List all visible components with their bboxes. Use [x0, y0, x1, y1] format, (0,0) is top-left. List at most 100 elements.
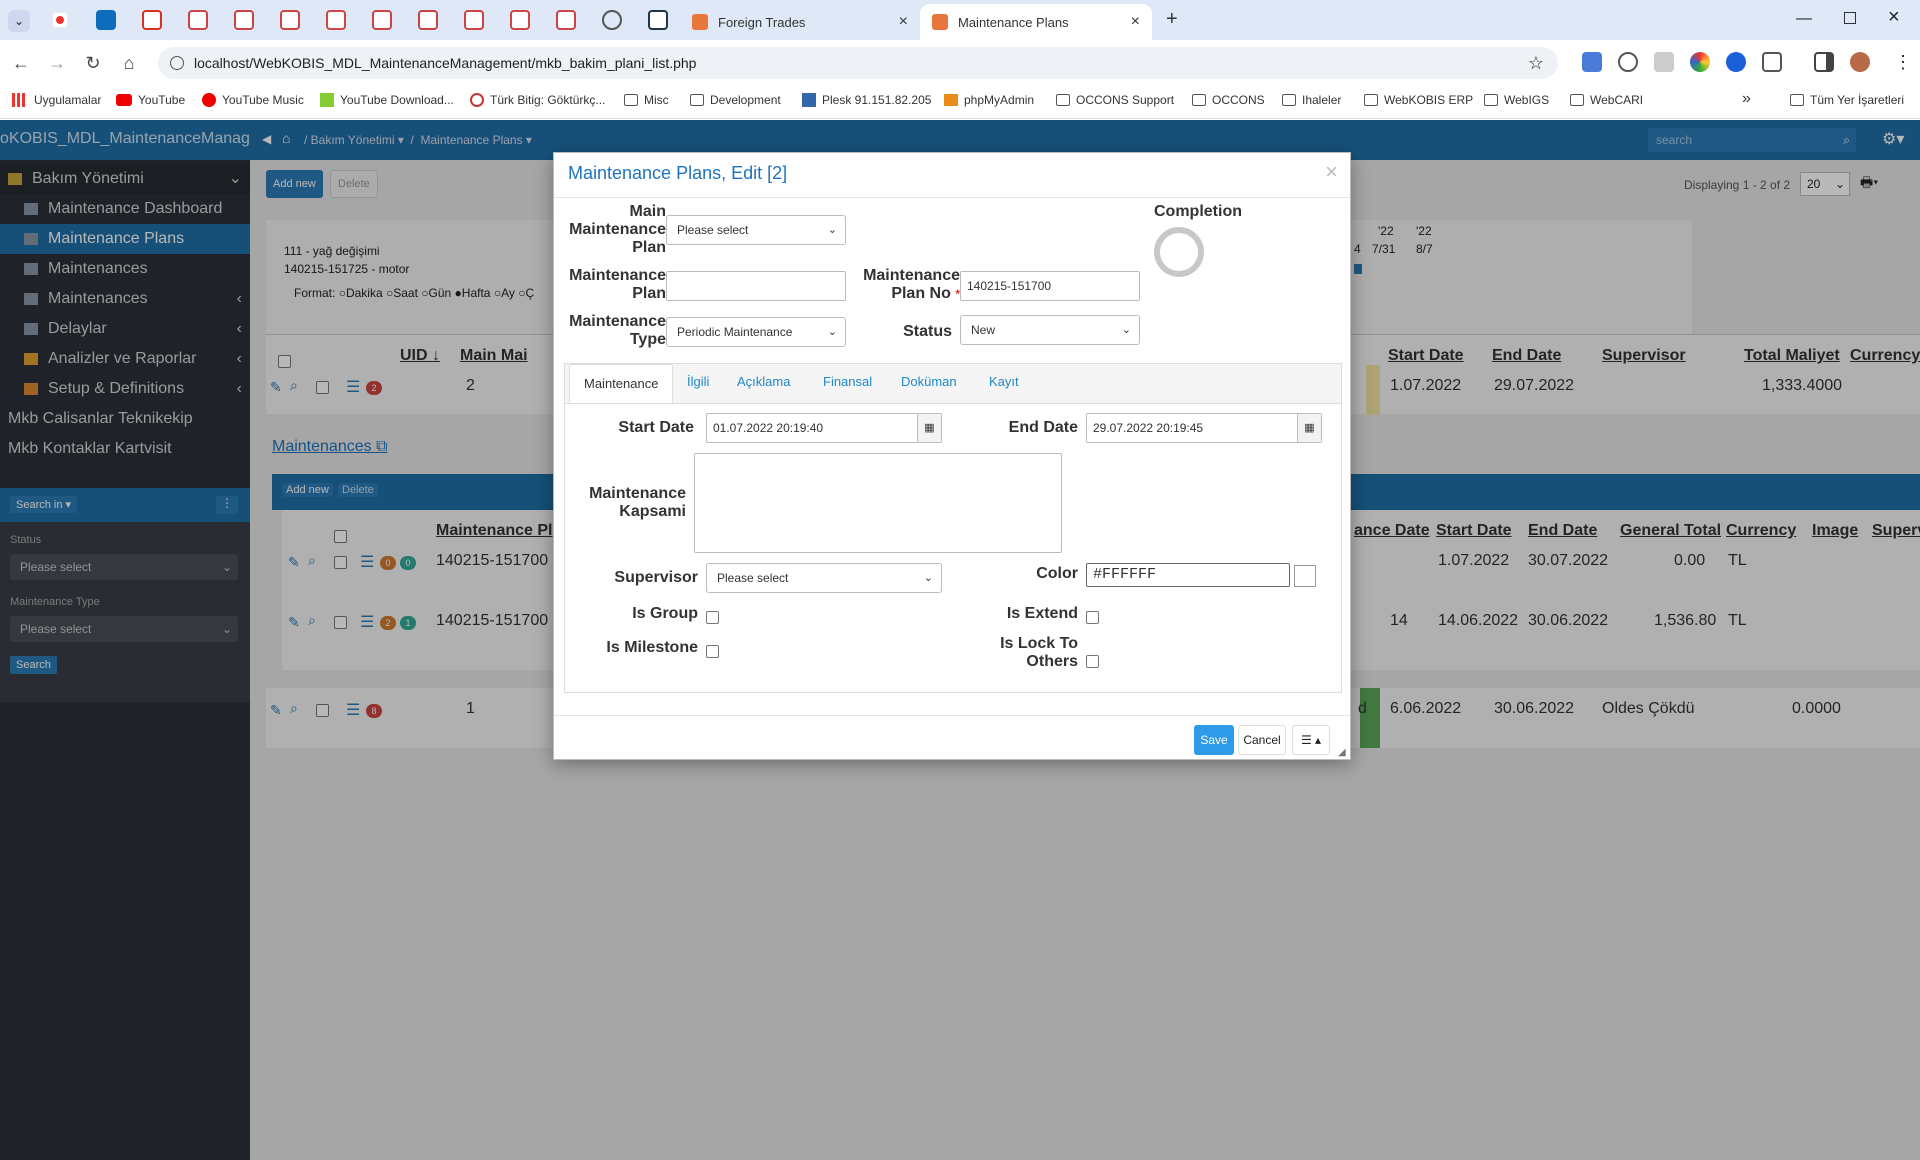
close-icon[interactable]: ×	[1325, 159, 1338, 185]
bookmark-ihaleler[interactable]: Ihaleler	[1282, 93, 1341, 107]
bookmark-label: Türk Bitig: Göktürkç...	[490, 93, 606, 107]
translate-extension-icon[interactable]	[1582, 52, 1602, 72]
extension-icon[interactable]	[1726, 52, 1746, 72]
bookmark-youtube[interactable]: YouTube	[116, 93, 185, 107]
bookmark-apps[interactable]: Uygulamalar	[12, 93, 101, 107]
pinned-tab-icon[interactable]	[280, 10, 300, 30]
pinned-tab-icon[interactable]	[50, 10, 70, 30]
globe-tab-icon[interactable]	[602, 10, 622, 30]
extensions-puzzle-icon[interactable]	[1762, 52, 1782, 72]
tab-maintenance-plans[interactable]: Maintenance Plans ×	[920, 4, 1152, 40]
pinned-tab-icon[interactable]	[418, 10, 438, 30]
bookmark-label: OCCONS Support	[1076, 93, 1175, 107]
bookmarks-overflow[interactable]: »	[1742, 90, 1751, 108]
modal-header-divider	[554, 197, 1350, 198]
tab-maintenance[interactable]: Maintenance	[569, 364, 674, 405]
avatar[interactable]	[1850, 52, 1870, 72]
more-actions-button[interactable]: ☰ ▴	[1292, 725, 1330, 755]
side-panel-icon[interactable]	[1814, 52, 1834, 72]
tab-list-button[interactable]: ⌄	[8, 10, 30, 32]
forward-icon[interactable]: →	[44, 50, 70, 76]
bookmark-youtube-download[interactable]: YouTube Download...	[320, 93, 454, 107]
bookmark-occons[interactable]: OCCONS	[1192, 93, 1265, 107]
calendar-icon[interactable]: ▦	[1297, 414, 1321, 442]
chevron-down-icon: ⌄	[827, 224, 837, 236]
tab-ilgili[interactable]: İlgili	[687, 374, 709, 389]
bookmark-label: WebCARI	[1590, 93, 1644, 107]
new-tab-button[interactable]: +	[1166, 8, 1178, 31]
is-group-label: Is Group	[632, 605, 698, 622]
gmail-tab-icon[interactable]	[142, 10, 162, 30]
color-input[interactable]: #FFFFFF	[1086, 563, 1290, 587]
tab-foreign-trades[interactable]: Foreign Trades ×	[680, 4, 920, 40]
tab-dokuman[interactable]: Doküman	[901, 374, 957, 389]
save-button[interactable]: Save	[1194, 725, 1234, 755]
start-date-label: Start Date	[618, 419, 694, 436]
tab-aciklama[interactable]: Açıklama	[737, 374, 790, 389]
main-plan-select[interactable]: Please select ⌄	[666, 215, 846, 245]
restore-icon[interactable]	[1844, 12, 1856, 24]
is-milestone-checkbox[interactable]	[706, 645, 719, 658]
pinned-tab-icon[interactable]	[326, 10, 346, 30]
bookmark-misc[interactable]: Misc	[624, 93, 669, 107]
extension-icon[interactable]	[1654, 52, 1674, 72]
bookmark-webigs[interactable]: WebIGS	[1484, 93, 1549, 107]
bookmark-youtube-music[interactable]: YouTube Music	[202, 93, 304, 107]
supervisor-select[interactable]: Please select ⌄	[706, 563, 942, 593]
pinned-tab-icon[interactable]	[234, 10, 254, 30]
modal-title: Maintenance Plans, Edit [2]	[568, 163, 788, 183]
address-bar[interactable]: localhost/WebKOBIS_MDL_MaintenanceManage…	[158, 47, 1558, 79]
start-date-input[interactable]: 01.07.2022 20:19:40 ▦	[706, 413, 942, 443]
reload-icon[interactable]: ↻	[80, 50, 106, 76]
status-select[interactable]: New ⌄	[960, 315, 1140, 345]
tab-finansal[interactable]: Finansal	[823, 374, 872, 389]
plan-input[interactable]	[666, 271, 846, 301]
bookmark-phpmyadmin[interactable]: phpMyAdmin	[944, 93, 1034, 107]
pinned-tab-icon[interactable]	[510, 10, 530, 30]
pinned-tab-icon[interactable]	[648, 10, 668, 30]
folder-icon	[1056, 94, 1070, 106]
end-date-input[interactable]: 29.07.2022 20:19:45 ▦	[1086, 413, 1322, 443]
pinned-tab-icon[interactable]	[372, 10, 392, 30]
pinned-tab-icon[interactable]	[96, 10, 116, 30]
bookmark-development[interactable]: Development	[690, 93, 781, 107]
is-extend-checkbox[interactable]	[1086, 611, 1099, 624]
site-info-icon[interactable]	[170, 56, 184, 70]
minimize-icon[interactable]: —	[1796, 10, 1812, 28]
resize-handle-icon[interactable]: ◢	[1338, 747, 1346, 758]
pinned-tab-icon[interactable]	[464, 10, 484, 30]
close-window-icon[interactable]: ×	[1888, 6, 1900, 29]
completion-label: Completion	[1154, 203, 1242, 220]
folder-icon	[624, 94, 638, 106]
home-icon[interactable]: ⌂	[116, 50, 142, 76]
edit-modal: Maintenance Plans, Edit [2] × Main Maint…	[553, 152, 1351, 760]
type-select[interactable]: Periodic Maintenance ⌄	[666, 317, 846, 347]
pinned-tab-icon[interactable]	[556, 10, 576, 30]
phpmyadmin-icon	[944, 94, 958, 106]
bookmark-all[interactable]: Tüm Yer İşaretleri	[1790, 93, 1904, 107]
close-icon[interactable]: ×	[1131, 13, 1140, 31]
cancel-button[interactable]: Cancel	[1238, 725, 1286, 755]
app-tab-icon	[932, 14, 948, 30]
color-swatch[interactable]	[1294, 565, 1316, 587]
bookmark-occons-support[interactable]: OCCONS Support	[1056, 93, 1174, 107]
plan-no-input[interactable]: 140215-151700	[960, 271, 1140, 301]
tab-kayit[interactable]: Kayıt	[989, 374, 1019, 389]
is-group-checkbox[interactable]	[706, 611, 719, 624]
bookmark-webkobis-erp[interactable]: WebKOBIS ERP	[1364, 93, 1473, 107]
url-text: localhost/WebKOBIS_MDL_MaintenanceManage…	[194, 55, 697, 71]
scope-textarea[interactable]	[694, 453, 1062, 553]
is-lock-label: Is Lock To Others	[1000, 635, 1078, 670]
bookmark-webcari[interactable]: WebCARI	[1570, 93, 1643, 107]
extension-icon[interactable]	[1618, 52, 1638, 72]
calendar-icon[interactable]: ▦	[917, 414, 941, 442]
close-icon[interactable]: ×	[899, 13, 908, 31]
bookmark-plesk[interactable]: Plesk 91.151.82.205	[802, 93, 931, 107]
bookmark-star-icon[interactable]: ☆	[1528, 47, 1544, 79]
back-icon[interactable]: ←	[8, 50, 34, 76]
menu-dots-icon[interactable]: ⋮	[1894, 52, 1912, 73]
extension-icon[interactable]	[1690, 52, 1710, 72]
bookmark-turk-bitig[interactable]: Türk Bitig: Göktürkç...	[470, 93, 605, 107]
pinned-tab-icon[interactable]	[188, 10, 208, 30]
is-lock-checkbox[interactable]	[1086, 655, 1099, 668]
